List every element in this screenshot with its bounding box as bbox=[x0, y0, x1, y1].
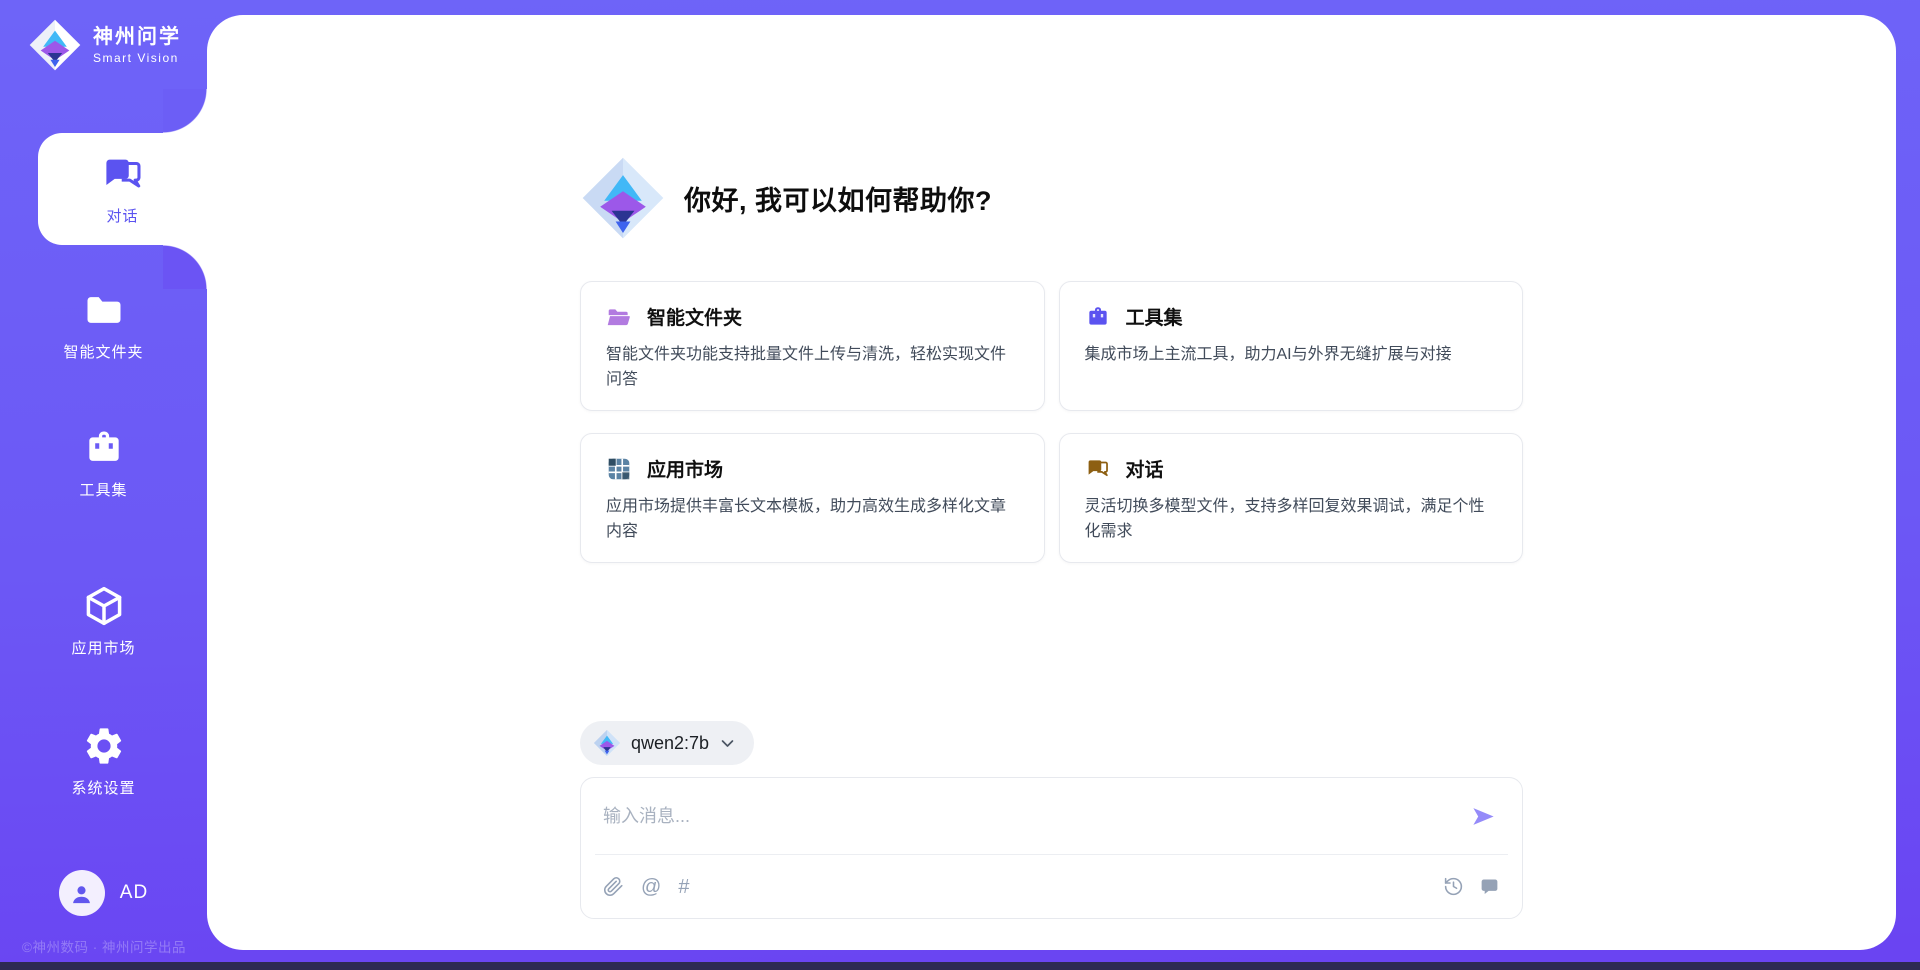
model-selector[interactable]: qwen2:7b bbox=[580, 721, 754, 765]
sidebar-item-label: 工具集 bbox=[79, 479, 127, 500]
card-toolbox[interactable]: 工具集 集成市场上主流工具，助力AI与外界无缝扩展与对接 bbox=[1059, 281, 1524, 411]
cube-icon bbox=[82, 584, 126, 628]
mention-icon[interactable]: @ bbox=[641, 877, 661, 897]
user-account[interactable]: AD bbox=[0, 870, 207, 916]
sidebar-item-label: 应用市场 bbox=[71, 637, 135, 658]
tab-curve-bottom bbox=[163, 245, 207, 289]
sidebar-item-smart-folder[interactable]: 智能文件夹 bbox=[0, 288, 207, 362]
sidebar-item-toolbox[interactable]: 工具集 bbox=[0, 426, 207, 500]
message-composer: @ # bbox=[580, 777, 1523, 919]
sidebar-item-app-market[interactable]: 应用市场 bbox=[0, 584, 207, 658]
sidebar: 神州问学 Smart Vision 对话 智能文件夹 工具集 应用市场 bbox=[0, 0, 207, 970]
send-button[interactable] bbox=[1470, 801, 1500, 831]
card-description: 应用市场提供丰富长文本模板，助力高效生成多样化文章内容 bbox=[606, 494, 1019, 544]
folder-open-icon bbox=[606, 304, 632, 330]
main-panel: 你好, 我可以如何帮助你? 智能文件夹 智能文件夹功能支持批量文件上传与清洗，轻… bbox=[207, 15, 1896, 950]
hashtag-icon[interactable]: # bbox=[678, 877, 689, 897]
page-bottom-strip bbox=[0, 962, 1920, 970]
user-name: AD bbox=[120, 882, 148, 904]
history-icon[interactable] bbox=[1443, 876, 1464, 897]
card-title: 对话 bbox=[1126, 455, 1164, 482]
assistant-logo-icon bbox=[580, 155, 666, 241]
sidebar-item-label: 对话 bbox=[106, 205, 138, 226]
card-smart-folder[interactable]: 智能文件夹 智能文件夹功能支持批量文件上传与清洗，轻松实现文件问答 bbox=[580, 281, 1045, 411]
app-grid-icon bbox=[606, 456, 632, 482]
greeting: 你好, 我可以如何帮助你? bbox=[580, 155, 1523, 241]
sidebar-item-label: 系统设置 bbox=[71, 777, 135, 798]
sidebar-item-settings[interactable]: 系统设置 bbox=[0, 724, 207, 798]
copyright-footer: ©神州数码 · 神州问学出品 bbox=[4, 936, 204, 956]
chat-bubble-icon[interactable] bbox=[1479, 876, 1500, 897]
card-title: 应用市场 bbox=[647, 455, 723, 482]
brand-logo: 神州问学 Smart Vision bbox=[28, 18, 181, 72]
card-description: 智能文件夹功能支持批量文件上传与清洗，轻松实现文件问答 bbox=[606, 342, 1019, 392]
card-chat[interactable]: 对话 灵活切换多模型文件，支持多样回复效果调试，满足个性化需求 bbox=[1059, 433, 1524, 563]
message-input[interactable] bbox=[603, 806, 1470, 827]
card-title: 工具集 bbox=[1126, 303, 1183, 330]
model-logo-icon bbox=[593, 729, 621, 757]
attachment-icon[interactable] bbox=[603, 876, 624, 897]
sidebar-item-chat[interactable]: 对话 bbox=[38, 133, 207, 245]
gear-icon bbox=[82, 724, 126, 768]
chat-icon bbox=[1085, 456, 1111, 482]
toolbox-icon bbox=[1085, 304, 1111, 330]
sidebar-item-label: 智能文件夹 bbox=[63, 341, 143, 362]
tab-curve-top bbox=[163, 89, 207, 133]
card-title: 智能文件夹 bbox=[647, 303, 742, 330]
feature-cards: 智能文件夹 智能文件夹功能支持批量文件上传与清洗，轻松实现文件问答 工具集 集成… bbox=[580, 281, 1523, 563]
card-app-market[interactable]: 应用市场 应用市场提供丰富长文本模板，助力高效生成多样化文章内容 bbox=[580, 433, 1045, 563]
send-icon bbox=[1470, 803, 1497, 830]
person-icon bbox=[68, 880, 95, 907]
brand-subtitle: Smart Vision bbox=[93, 51, 181, 65]
avatar bbox=[59, 870, 105, 916]
chat-icon bbox=[100, 152, 146, 198]
model-name: qwen2:7b bbox=[631, 733, 709, 754]
toolbox-icon bbox=[82, 426, 126, 470]
folder-icon bbox=[82, 288, 126, 332]
brand-diamond-icon bbox=[28, 18, 82, 72]
greeting-text: 你好, 我可以如何帮助你? bbox=[684, 179, 992, 218]
brand-name: 神州问学 bbox=[93, 25, 181, 49]
card-description: 灵活切换多模型文件，支持多样回复效果调试，满足个性化需求 bbox=[1085, 494, 1498, 544]
chevron-down-icon bbox=[719, 735, 736, 752]
card-description: 集成市场上主流工具，助力AI与外界无缝扩展与对接 bbox=[1085, 342, 1498, 367]
